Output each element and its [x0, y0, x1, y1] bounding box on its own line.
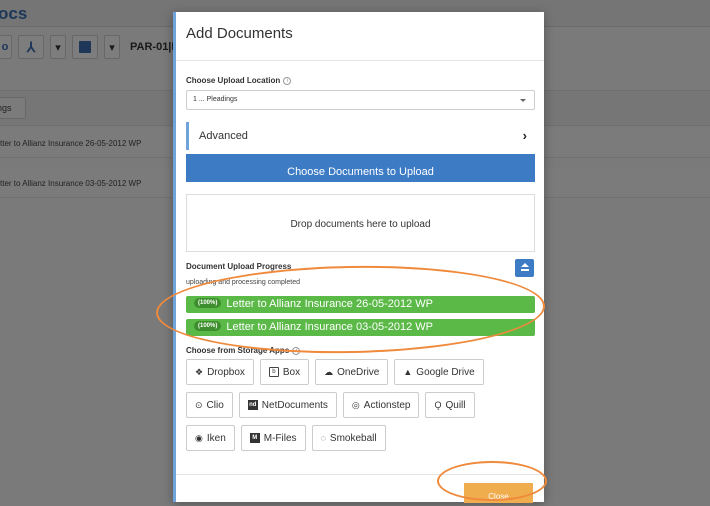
clio-button[interactable]: ⊙ Clio	[186, 392, 233, 418]
info-icon[interactable]: i	[283, 76, 292, 85]
app-label: Iken	[206, 432, 226, 444]
cloud-icon: ☁	[324, 366, 334, 377]
iken-icon: ◉	[195, 432, 203, 443]
advanced-label: Advanced	[199, 130, 248, 142]
app-label: Actionstep	[363, 399, 411, 411]
upload-location-select[interactable]: 1 ... Pleadings	[186, 90, 535, 110]
choose-documents-button[interactable]: Choose Documents to Upload	[186, 154, 535, 182]
app-label: Google Drive	[416, 366, 475, 378]
dropbox-button[interactable]: ❖ Dropbox	[186, 359, 254, 385]
quill-icon: Ǫ	[434, 400, 442, 410]
upload-location-label-text: Choose Upload Location	[186, 76, 281, 85]
app-label: M-Files	[263, 432, 297, 444]
caret-down-icon	[520, 99, 526, 102]
smokeball-button[interactable]: ◌ Smokeball	[311, 425, 386, 451]
dropzone[interactable]: Drop documents here to upload	[186, 194, 535, 252]
m-files-button[interactable]: M M-Files	[240, 425, 306, 451]
iken-button[interactable]: ◉ Iken	[186, 425, 235, 451]
netdocuments-icon: nd	[247, 400, 258, 410]
smokeball-icon: ◌	[320, 433, 326, 443]
onedrive-button[interactable]: ☁ OneDrive	[315, 359, 389, 385]
app-label: NetDocuments	[261, 399, 328, 411]
app-label: OneDrive	[337, 366, 380, 378]
upload-location-value: 1 ... Pleadings	[193, 96, 238, 103]
chevron-right-icon: ›	[522, 128, 527, 143]
advanced-toggle[interactable]: Advanced ›	[186, 122, 535, 150]
dropbox-icon: ❖	[195, 366, 204, 377]
m-files-icon: M	[249, 433, 260, 443]
upload-location-label: Choose Upload Location i	[186, 76, 292, 85]
netdocuments-button[interactable]: nd NetDocuments	[238, 392, 337, 418]
google-drive-icon: ▲	[403, 367, 413, 377]
actionstep-button[interactable]: ◎ Actionstep	[342, 392, 420, 418]
modal-title: Add Documents	[186, 25, 293, 42]
app-label: Quill	[445, 399, 466, 411]
quill-button[interactable]: Ǫ Quill	[425, 392, 475, 418]
app-label: Smokeball	[329, 432, 377, 444]
google-drive-button[interactable]: ▲ Google Drive	[394, 359, 484, 385]
box-icon: b	[268, 367, 279, 377]
actionstep-icon: ◎	[351, 399, 360, 410]
divider	[176, 60, 544, 61]
storage-apps: ❖ Dropbox b Box ☁ OneDrive ▲ Google Drive ⊙ C…	[186, 359, 538, 458]
app-label: Clio	[206, 399, 224, 411]
box-button[interactable]: b Box	[259, 359, 310, 385]
add-documents-modal: Add Documents Choose Upload Location i 1 …	[173, 12, 544, 503]
annotation-ellipse	[437, 461, 547, 501]
clio-icon: ⊙	[195, 399, 203, 410]
app-label: Box	[282, 366, 301, 378]
upload-icon[interactable]	[515, 259, 534, 277]
app-label: Dropbox	[207, 366, 245, 378]
